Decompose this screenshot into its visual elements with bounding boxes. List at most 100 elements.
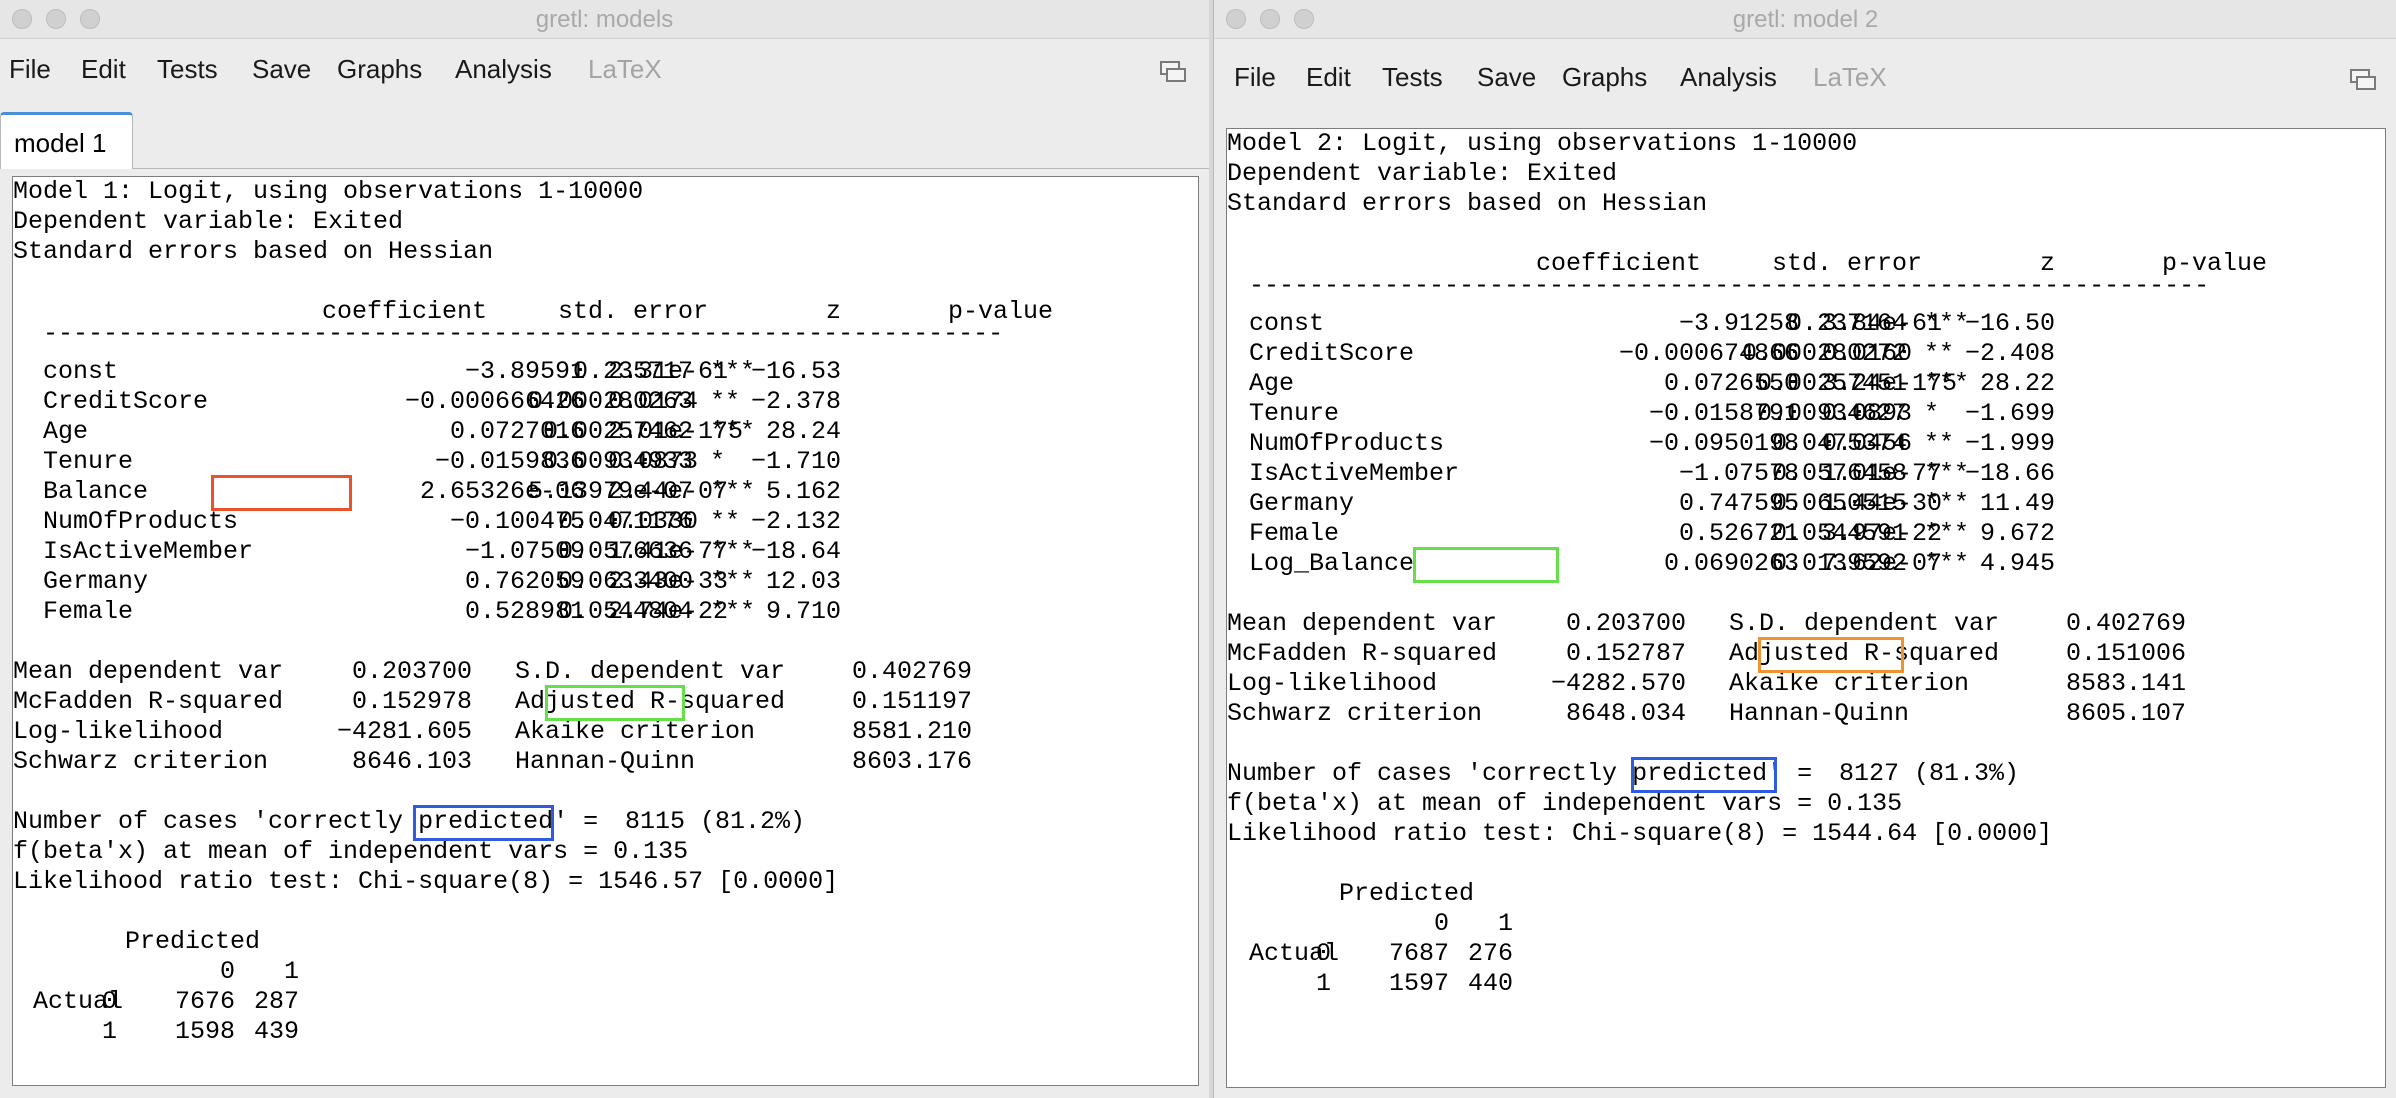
confusion-cell: 7687 xyxy=(1388,939,1449,968)
tab-strip: model 1 xyxy=(0,112,1209,169)
correct-predicted-value: 8115 (81.2%) xyxy=(625,807,806,836)
row-significance: *** xyxy=(710,597,756,626)
menu-file[interactable]: File xyxy=(1234,62,1276,93)
menu-edit[interactable]: Edit xyxy=(1306,62,1351,93)
row-variable-name: Germany xyxy=(1249,489,1355,518)
row-variable-name: Age xyxy=(43,417,89,446)
confusion-col-header: 0 xyxy=(1433,909,1449,938)
tab-label: model 1 xyxy=(14,128,107,158)
row-significance: * xyxy=(1924,399,1940,428)
row-significance: *** xyxy=(710,477,756,506)
row-variable-name: CreditScore xyxy=(43,387,209,416)
menu-latex[interactable]: LaTeX xyxy=(1813,62,1887,93)
stat-value: −4282.570 xyxy=(1550,669,1686,698)
stat-value: 0.152787 xyxy=(1565,639,1686,668)
stat-value: 8646.103 xyxy=(351,747,472,776)
menu-tests[interactable]: Tests xyxy=(157,54,218,85)
lr-test-line: Likelihood ratio test: Chi-square(8) = 1… xyxy=(13,867,839,896)
row-z-value: 5.162 xyxy=(765,477,841,506)
row-p-value: 0.0893 xyxy=(1822,399,1913,428)
row-z-value: −16.53 xyxy=(750,357,841,386)
row-variable-name: IsActiveMember xyxy=(43,537,254,566)
row-variable-name: Female xyxy=(1249,519,1340,548)
header-line: Dependent variable: Exited xyxy=(13,207,404,236)
tab-model-1[interactable]: model 1 xyxy=(0,112,133,169)
row-z-value: 28.22 xyxy=(1979,369,2055,398)
menu-analysis[interactable]: Analysis xyxy=(1680,62,1777,93)
row-z-value: 28.24 xyxy=(765,417,841,446)
window-list-icon[interactable] xyxy=(2350,69,2376,91)
row-significance: *** xyxy=(710,357,756,386)
stat-label: Hannan-Quinn xyxy=(515,747,696,776)
model-output-pane[interactable]: Model 1: Logit, using observations 1-100… xyxy=(12,176,1199,1086)
row-significance: *** xyxy=(1924,309,1970,338)
menu-tests[interactable]: Tests xyxy=(1382,62,1443,93)
row-z-value: −1.999 xyxy=(1964,429,2055,458)
confusion-row-index: 0 xyxy=(101,987,117,1016)
window-title: gretl: models xyxy=(535,6,674,33)
row-significance: *** xyxy=(710,567,756,596)
highlight-box xyxy=(413,805,554,841)
confusion-row-index: 0 xyxy=(1315,939,1331,968)
stat-value: 0.402769 xyxy=(2065,609,2186,638)
row-significance: ** xyxy=(710,507,741,536)
table-separator: ----------------------------------------… xyxy=(1249,271,2210,300)
row-z-value: −1.710 xyxy=(750,447,841,476)
row-p-value: 0.0330 xyxy=(608,507,699,536)
row-significance: *** xyxy=(710,537,756,566)
window-list-icon[interactable] xyxy=(1160,61,1186,83)
confusion-cell: 287 xyxy=(253,987,299,1016)
stat-label: Hannan-Quinn xyxy=(1729,699,1910,728)
row-significance: *** xyxy=(1924,519,1970,548)
highlight-box xyxy=(1758,637,1904,673)
menu-graphs[interactable]: Graphs xyxy=(1562,62,1647,93)
row-significance: *** xyxy=(1924,369,1970,398)
stat-value: 0.151006 xyxy=(2065,639,2186,668)
fbeta-line: f(beta'x) at mean of independent vars = … xyxy=(13,837,689,866)
menu-bar: File Edit Tests Save Graphs Analysis LaT… xyxy=(0,54,1209,94)
menu-graphs[interactable]: Graphs xyxy=(337,54,422,85)
stat-value: −4281.605 xyxy=(336,717,472,746)
stat-label: McFadden R-squared xyxy=(13,687,284,716)
row-z-value: −1.699 xyxy=(1964,399,2055,428)
title-bar[interactable]: gretl: model 2 xyxy=(1214,0,2396,39)
stat-value: 0.203700 xyxy=(1565,609,1686,638)
menu-latex[interactable]: LaTeX xyxy=(588,54,662,85)
stat-label: McFadden R-squared xyxy=(1227,639,1498,668)
lr-test-line: Likelihood ratio test: Chi-square(8) = 1… xyxy=(1227,819,2053,848)
menu-analysis[interactable]: Analysis xyxy=(455,54,552,85)
stat-label: Akaike criterion xyxy=(515,717,756,746)
stat-value: 8581.210 xyxy=(851,717,972,746)
title-bar[interactable]: gretl: models xyxy=(0,0,1209,39)
correct-predicted-value: 8127 (81.3%) xyxy=(1839,759,2020,788)
stat-label: Mean dependent var xyxy=(13,657,284,686)
row-significance: ** xyxy=(710,387,741,416)
highlight-box xyxy=(1413,547,1559,583)
model-output-pane[interactable]: Model 2: Logit, using observations 1-100… xyxy=(1226,128,2386,1088)
row-z-value: 9.710 xyxy=(765,597,841,626)
menu-edit[interactable]: Edit xyxy=(81,54,126,85)
highlight-box xyxy=(545,685,685,721)
stat-label: Schwarz criterion xyxy=(13,747,269,776)
menu-save[interactable]: Save xyxy=(252,54,311,85)
highlight-box xyxy=(1631,757,1777,793)
header-line: Dependent variable: Exited xyxy=(1227,159,1618,188)
stat-value: 8583.141 xyxy=(2065,669,2186,698)
row-variable-name: Tenure xyxy=(1249,399,1340,428)
stat-label: S.D. dependent var xyxy=(515,657,786,686)
menu-file[interactable]: File xyxy=(9,54,51,85)
stat-label: S.D. dependent var xyxy=(1729,609,2000,638)
row-variable-name: Tenure xyxy=(43,447,134,476)
stat-value: 0.152978 xyxy=(351,687,472,716)
row-variable-name: Age xyxy=(1249,369,1295,398)
stat-label: Akaike criterion xyxy=(1729,669,1970,698)
confusion-row-index: 1 xyxy=(1315,969,1331,998)
stat-value: 0.151197 xyxy=(851,687,972,716)
stat-value: 8603.176 xyxy=(851,747,972,776)
row-coefficient: −3.91258 xyxy=(1678,309,1799,338)
confusion-cell: 439 xyxy=(253,1017,299,1046)
menu-save[interactable]: Save xyxy=(1477,62,1536,93)
stat-value: 8605.107 xyxy=(2065,699,2186,728)
header-line: Standard errors based on Hessian xyxy=(1227,189,1708,218)
header-line: Model 1: Logit, using observations 1-100… xyxy=(13,177,644,206)
